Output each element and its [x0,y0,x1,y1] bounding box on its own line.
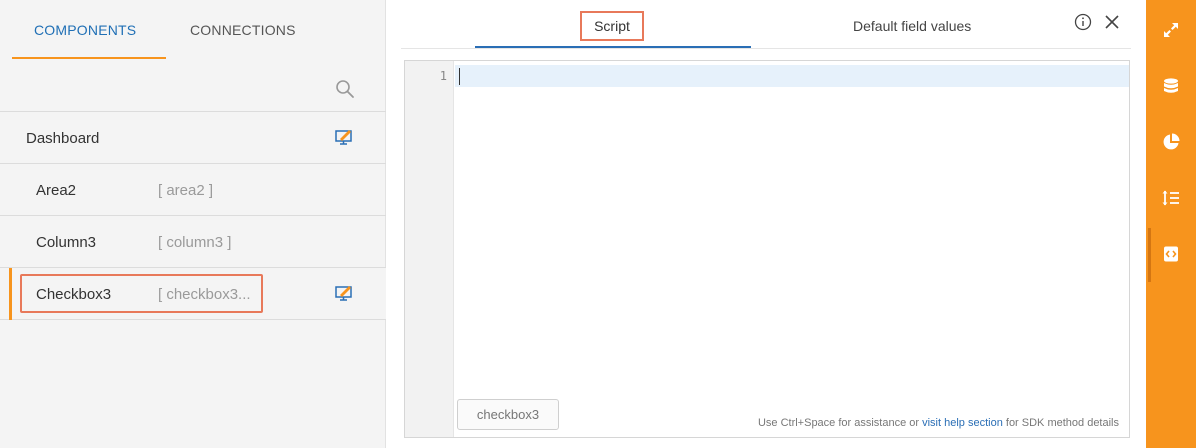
code-editor[interactable]: 1 checkbox3 Use Ctrl+Space for assistanc… [404,60,1130,438]
hint-suffix: for SDK method details [1002,417,1119,429]
line-number: 1 [439,69,447,83]
database-icon [1164,78,1178,93]
list-item-area2[interactable]: Area2 [ area2 ] [0,164,386,216]
tab-default-field-values[interactable]: Default field values [853,18,971,34]
tab-connections[interactable]: CONNECTIONS [190,22,296,38]
text-cursor [459,68,460,85]
search-icon[interactable] [335,79,355,99]
sort-button[interactable] [1146,178,1196,218]
tab-components[interactable]: COMPONENTS [34,22,136,38]
component-chip[interactable]: checkbox3 [457,399,559,430]
script-editor-panel: Script Default field values 1 checkbox3 … [387,0,1145,448]
list-item-dashboard[interactable]: Dashboard [0,112,386,164]
edit-monitor-icon[interactable] [334,284,354,302]
list-item-column3[interactable]: Column3 [ column3 ] [0,216,386,268]
list-item-name: Area2 [36,182,77,199]
hint-prefix: Use Ctrl+Space for assistance or [757,417,923,429]
selected-indicator [9,268,12,320]
chart-button[interactable] [1146,122,1196,162]
list-item-name: Column3 [36,234,97,251]
components-panel: COMPONENTS CONNECTIONS Dashboard Area2 [… [0,0,386,448]
help-section-link[interactable]: visit help section [922,417,1003,429]
script-icon [1164,246,1178,262]
tab-divider [401,48,1131,49]
search-bar[interactable] [0,60,386,112]
tab-script[interactable]: Script [580,11,644,41]
list-item-id: [ area2 ] [158,182,214,199]
right-toolbar [1146,0,1196,448]
line-number-gutter: 1 [405,61,454,437]
datasource-button[interactable] [1146,66,1196,106]
sort-list-icon [1162,190,1179,206]
list-item-name: Dashboard [26,130,100,147]
info-icon[interactable] [1074,13,1092,31]
list-item-name: Checkbox3 [36,286,112,303]
list-item-checkbox3[interactable]: Checkbox3 [ checkbox3... [0,268,386,320]
active-tab-indicator [12,57,166,59]
list-item-id: [ column3 ] [158,234,232,251]
script-button[interactable] [1146,234,1196,274]
expand-button[interactable] [1146,10,1196,50]
expand-icon [1164,23,1178,37]
close-icon[interactable] [1103,13,1121,31]
edit-monitor-icon[interactable] [334,128,354,146]
editor-hint: Use Ctrl+Space for assistance or visit h… [758,417,1119,429]
active-line-highlight [455,65,1129,87]
panel-tabs: COMPONENTS CONNECTIONS [0,0,386,60]
list-item-id: [ checkbox3... [158,286,251,303]
pie-chart-icon [1163,133,1180,150]
